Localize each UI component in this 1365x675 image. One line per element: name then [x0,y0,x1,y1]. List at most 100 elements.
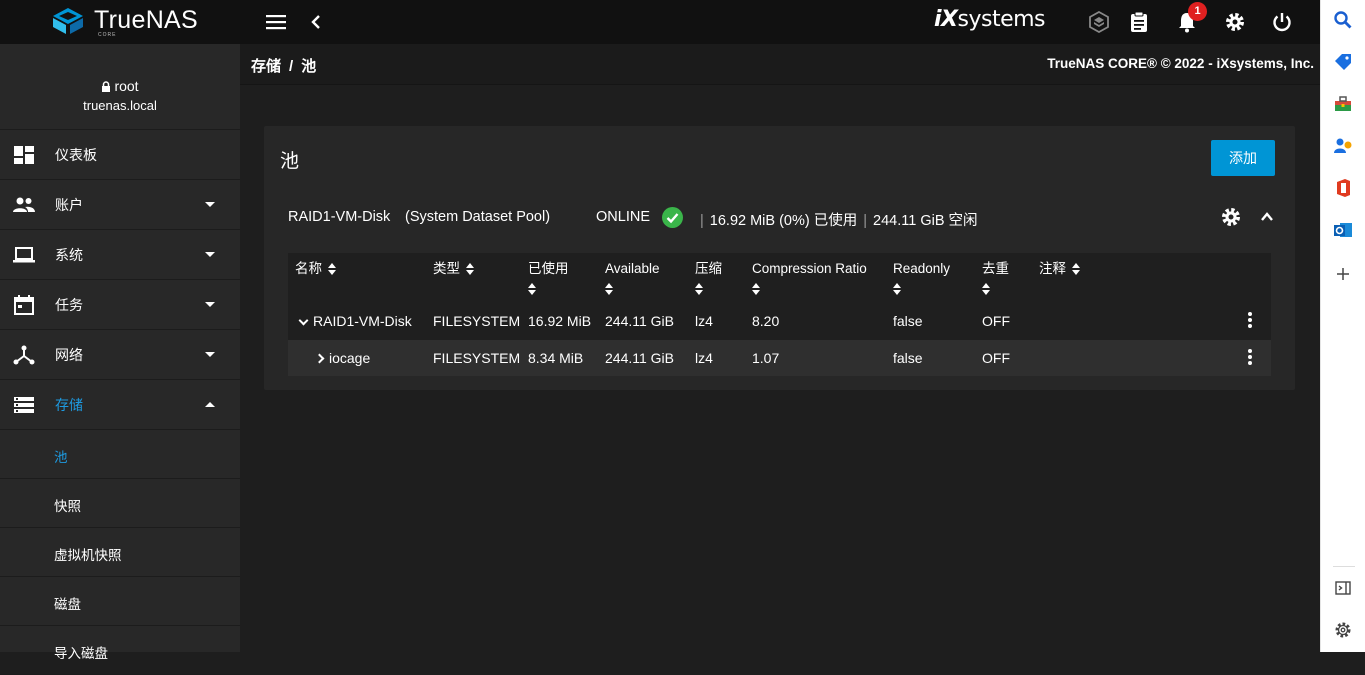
dataset-name[interactable]: iocage [314,350,370,366]
sort-icon [695,283,704,295]
search-icon[interactable] [1333,10,1353,30]
dataset-available: 244.11 GiB [605,313,675,329]
sidebar-item-network[interactable]: 网络 [0,330,240,380]
column-header-compression-ratio[interactable]: Compression Ratio [752,259,867,295]
pool-free: 244.11 GiB 空闲 [873,213,978,229]
sidebar-subitem-import-disk[interactable]: 导入磁盘 [0,626,240,675]
card-title: 池 [280,151,300,172]
caret-up-icon [205,402,215,407]
sidebar-item-tasks[interactable]: 任务 [0,280,240,330]
more-vert-icon[interactable] [1243,311,1257,331]
check-circle-icon [662,207,683,228]
table-row[interactable]: iocage FILESYSTEM 8.34 MiB 244.11 GiB lz… [288,340,1271,376]
office-icon[interactable] [1333,178,1353,198]
breadcrumb-storage[interactable]: 存储 [251,58,281,75]
table-row[interactable]: RAID1-VM-Disk FILESYSTEM 16.92 MiB 244.1… [288,303,1271,339]
logo-text: TrueNAS [94,6,198,34]
games-icon[interactable] [1333,136,1353,156]
column-header-dedup[interactable]: 去重 [982,259,1009,295]
dataset-compression: lz4 [695,350,713,366]
column-header-compression[interactable]: 压缩 [695,259,722,295]
sidebar-subitem-vm-snapshots[interactable]: 虚拟机快照 [0,528,240,577]
power-icon[interactable] [1268,8,1296,36]
dataset-used: 16.92 MiB [528,313,592,329]
sidebar-subitem-label: 导入磁盘 [54,646,108,661]
gear-icon[interactable] [1221,8,1249,36]
truenas-app: TrueNAS CORE iXsystems 1 存储 / 池 TrueNAS … [0,0,1320,675]
column-header-used[interactable]: 已使用 [528,259,569,295]
sidebar-subitem-disks[interactable]: 磁盘 [0,577,240,626]
sidebar-item-dashboard[interactable]: 仪表板 [0,130,240,180]
sidebar-item-accounts[interactable]: 账户 [0,180,240,230]
add-icon[interactable] [1333,264,1353,284]
column-header-readonly[interactable]: Readonly [893,259,950,295]
dataset-dedup: OFF [982,313,1010,329]
sidebar-item-label: 仪表板 [55,146,97,163]
sidebar-item-label: 存储 [55,396,83,413]
user-panel: root truenas.local [0,44,240,130]
column-header-comments[interactable]: 注释 [1039,259,1081,279]
column-header-name[interactable]: 名称 [295,259,337,279]
sidebar-subitem-pools[interactable]: 池 [0,430,240,479]
sidebar-divider [1333,566,1355,567]
breadcrumb-separator: / [289,58,294,75]
dataset-ratio: 1.07 [752,350,780,366]
truenas-logo[interactable]: TrueNAS CORE [50,6,198,38]
add-pool-button[interactable]: 添加 [1211,140,1275,176]
dataset-type: FILESYSTEM [433,350,521,366]
logo-edition: CORE [98,32,117,38]
notification-badge: 1 [1188,2,1207,21]
sort-icon [528,283,537,295]
sidebar-subitem-label: 虚拟机快照 [54,548,122,563]
more-vert-icon[interactable] [1243,348,1257,368]
dataset-readonly: false [893,350,923,366]
menu-icon[interactable] [262,8,290,36]
pools-card: 池 添加 RAID1-VM-Disk (System Dataset Pool)… [264,126,1295,390]
tag-icon[interactable] [1333,52,1353,72]
sort-icon [893,283,902,295]
calendar-icon [14,295,34,315]
storage-icon [14,397,34,413]
ixsystems-logo[interactable]: iXsystems [934,7,1046,32]
chevron-right-icon[interactable] [314,353,325,364]
dataset-available: 244.11 GiB [605,350,675,366]
column-header-type[interactable]: 类型 [433,259,475,279]
hide-sidebar-icon[interactable] [1333,578,1353,598]
sidebar-subitem-snapshots[interactable]: 快照 [0,479,240,528]
pool-header: RAID1-VM-Disk (System Dataset Pool) ONLI… [264,196,1295,240]
chevron-down-icon[interactable] [298,315,309,326]
pool-status: ONLINE [596,209,650,225]
pool-usage: | 16.92 MiB (0%) 已使用 | 244.11 GiB 空闲 [700,213,978,229]
sidebar-item-storage[interactable]: 存储 [0,380,240,430]
dashboard-icon [14,146,34,164]
toolbox-icon[interactable] [1333,94,1353,114]
pool-name: RAID1-VM-Disk [288,209,391,225]
top-bar: TrueNAS CORE iXsystems 1 [0,0,1320,44]
sort-icon [466,263,475,276]
network-icon [13,345,35,365]
back-chevron-icon[interactable] [302,8,330,36]
sidebar: root truenas.local 仪表板 账户 系统 任务 网络 存储 池 … [0,44,240,675]
sort-icon [982,283,991,295]
people-icon [13,197,35,212]
outlook-icon[interactable] [1333,220,1353,240]
sort-icon [1072,263,1081,276]
settings-icon[interactable] [1333,620,1353,640]
user-host: truenas.local [83,98,157,113]
sidebar-subitem-label: 磁盘 [54,597,81,612]
sidebar-subitem-label: 快照 [54,499,81,514]
chevron-up-icon[interactable] [1258,208,1276,226]
dataset-name[interactable]: RAID1-VM-Disk [298,313,412,329]
dataset-compression: lz4 [695,313,713,329]
breadcrumb-bar: 存储 / 池 TrueNAS CORE® © 2022 - iXsystems, I… [240,44,1320,85]
sidebar-item-label: 账户 [55,196,83,213]
pool-settings-icon[interactable] [1220,206,1242,228]
clipboard-icon[interactable] [1125,8,1153,36]
lock-icon [102,81,111,92]
pool-tag: (System Dataset Pool) [405,209,551,225]
sidebar-item-system[interactable]: 系统 [0,230,240,280]
truecommand-icon[interactable] [1085,8,1113,36]
column-header-available[interactable]: Available [605,259,660,295]
dataset-ratio: 8.20 [752,313,780,329]
copyright-text: TrueNAS CORE® © 2022 - iXsystems, Inc. [1047,56,1314,71]
